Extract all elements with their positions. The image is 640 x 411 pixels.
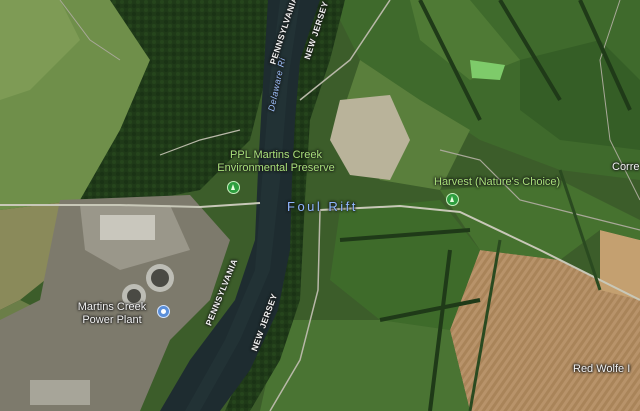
utility-pin-icon[interactable] (157, 305, 170, 318)
park-pin-icon[interactable] (227, 181, 240, 194)
place-label-corre[interactable]: Corre (612, 162, 640, 173)
satellite-map[interactable]: PENNSYLVANIA NEW JERSEY Delaware Ri PENN… (0, 0, 640, 411)
place-label-power-plant[interactable]: Martins Creek Power Plant (70, 302, 154, 326)
park-pin-icon[interactable] (446, 193, 459, 206)
place-label-ppl-line2: Environmental Preserve (217, 162, 335, 174)
place-label-ppl-line1: PPL Martins Creek (230, 149, 322, 161)
place-label-power-line1: Martins Creek (77, 301, 147, 313)
place-label-foul-rift[interactable]: Foul Rift (287, 200, 358, 213)
place-label-red-wolfe[interactable]: Red Wolfe I (573, 364, 630, 375)
place-label-power-line2: Power Plant (82, 314, 142, 326)
place-label-harvest[interactable]: Harvest (Nature's Choice) (434, 177, 560, 188)
place-label-ppl-preserve[interactable]: PPL Martins Creek Environmental Preserve (206, 150, 346, 174)
